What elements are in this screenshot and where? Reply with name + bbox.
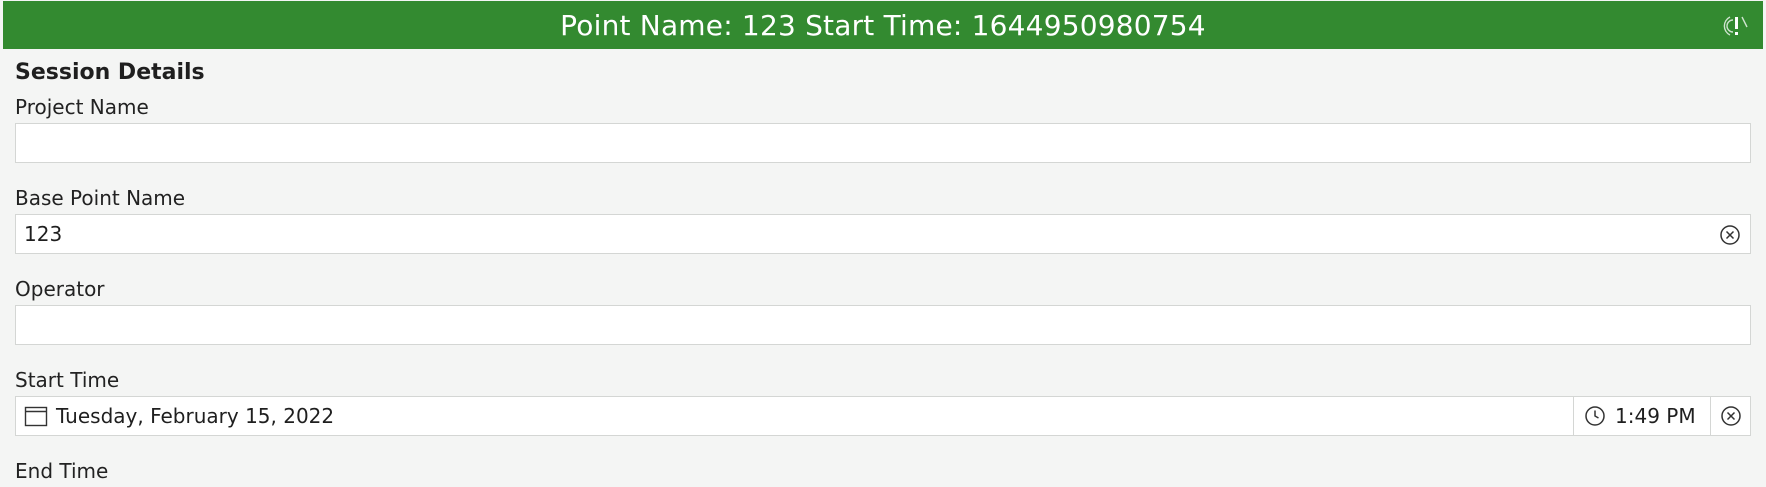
form-content: Session Details Project Name Base Point …: [15, 55, 1751, 487]
calendar-icon: [24, 406, 48, 427]
clear-icon: [1720, 406, 1741, 426]
start-date-value: Tuesday, February 15, 2022: [56, 404, 335, 428]
project-name-label: Project Name: [15, 95, 149, 119]
start-time-field: Tuesday, February 15, 2022 1:49 PM: [15, 396, 1751, 436]
start-time-label: Start Time: [15, 368, 120, 392]
title-bar: Point Name: 123 Start Time: 164495098075…: [3, 1, 1763, 49]
gps-warning-icon[interactable]: [1723, 13, 1749, 39]
base-point-name-value: 123: [24, 222, 63, 246]
base-point-name-label: Base Point Name: [15, 186, 186, 210]
operator-field[interactable]: [15, 305, 1751, 345]
clear-base-point-button[interactable]: [1718, 223, 1742, 247]
section-title: Session Details: [15, 60, 205, 85]
clear-icon: [1720, 225, 1740, 245]
page-title: Point Name: 123 Start Time: 164495098075…: [560, 8, 1206, 42]
app-window: Point Name: 123 Start Time: 164495098075…: [3, 1, 1763, 483]
clear-start-time-button[interactable]: [1710, 397, 1750, 435]
operator-label: Operator: [15, 277, 105, 301]
base-point-name-field[interactable]: 123: [15, 214, 1751, 254]
start-time-picker[interactable]: 1:49 PM: [1573, 397, 1710, 435]
start-time-value: 1:49 PM: [1615, 404, 1696, 428]
clock-icon: [1585, 406, 1605, 426]
project-name-field[interactable]: [15, 123, 1751, 163]
start-date-picker[interactable]: Tuesday, February 15, 2022: [16, 397, 1573, 435]
end-time-label: End Time: [15, 459, 109, 483]
